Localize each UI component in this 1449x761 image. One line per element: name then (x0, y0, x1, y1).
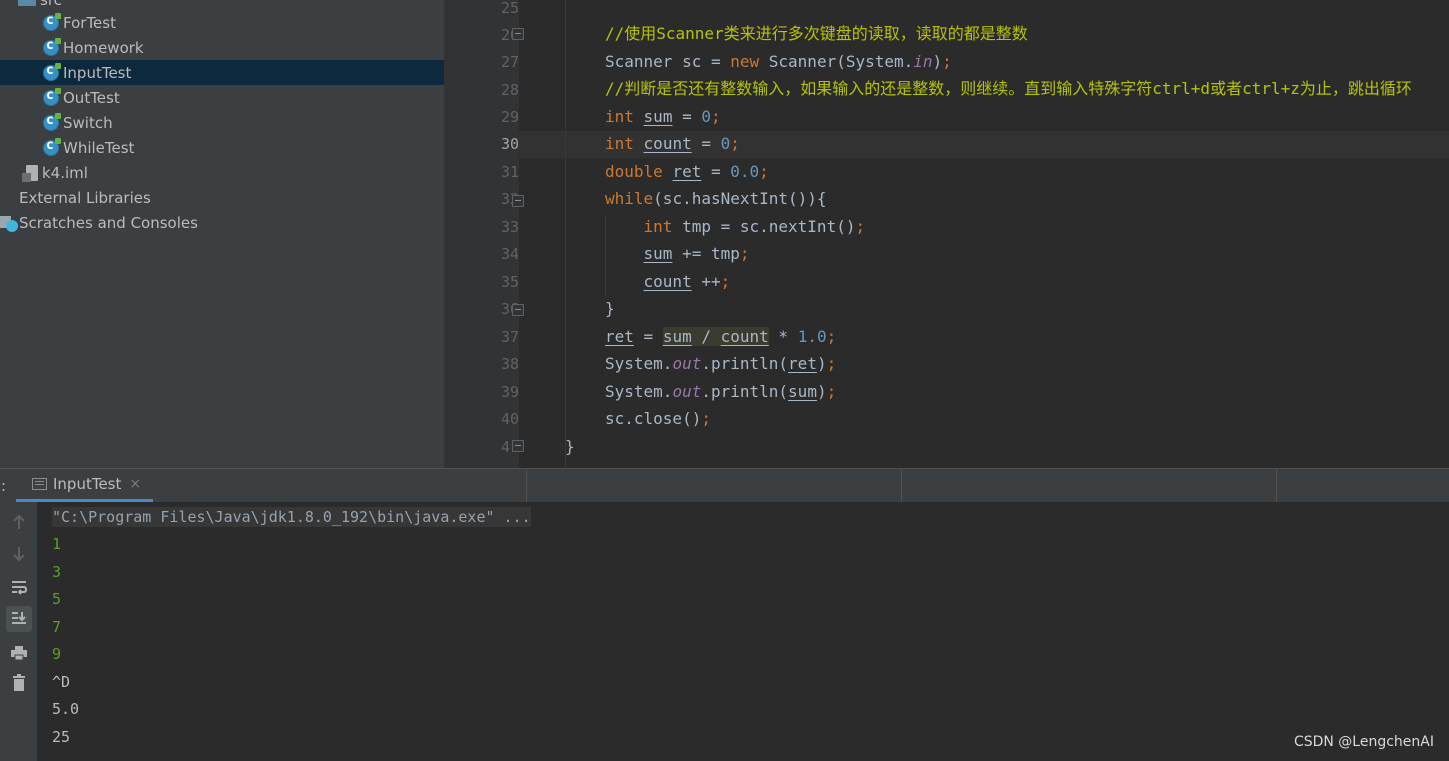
soft-wrap-icon[interactable] (6, 574, 32, 600)
watermark: CSDN @LengchenAI (1293, 734, 1434, 750)
tree-item-label: InputTest (63, 63, 132, 82)
tree-item-label: Switch (63, 113, 113, 132)
code-line: System.out.println(ret); (605, 354, 837, 373)
divider (526, 469, 527, 502)
code-line: } (605, 299, 615, 318)
tree-item-label: Scratches and Consoles (19, 213, 198, 232)
divider (901, 469, 902, 502)
java-class-icon (43, 62, 61, 81)
code-line: int sum = 0; (605, 107, 721, 126)
console-input-line: 3 (52, 563, 62, 581)
line-number: 28 (500, 81, 519, 99)
tree-item-label: External Libraries (19, 188, 151, 207)
tree-item-scratches[interactable]: Scratches and Consoles (0, 210, 444, 235)
console-command-line: "C:\Program Files\Java\jdk1.8.0_192\bin\… (52, 507, 531, 527)
scroll-to-end-icon[interactable] (6, 606, 32, 632)
java-class-icon (43, 137, 61, 156)
tree-item-external-libraries[interactable]: External Libraries (0, 185, 444, 210)
tree-item-whiletest[interactable]: WhileTest (0, 135, 444, 160)
code-editor[interactable]: 25 26 27 28 29 30 31 32 33 34 35 36 37 3… (444, 0, 1449, 468)
code-line: sc.close(); (605, 409, 711, 428)
java-class-icon (43, 87, 61, 106)
console-input-line: 5 (52, 590, 62, 608)
code-line: int tmp = sc.nextInt(); (643, 217, 866, 236)
line-number: 38 (500, 355, 519, 373)
line-number-gutter: 25 26 27 28 29 30 31 32 33 34 35 36 37 3… (444, 0, 524, 468)
fold-marker-icon[interactable] (512, 304, 524, 316)
project-tree: src ForTest Homework InputTest OutTest S… (0, 0, 444, 468)
console-output-line: 25 (52, 728, 71, 746)
code-line: count ++; (643, 272, 731, 291)
line-number: 31 (500, 163, 519, 181)
line-number: 39 (500, 383, 519, 401)
tree-item-switch[interactable]: Switch (0, 110, 444, 135)
tree-item-label: Homework (63, 38, 144, 57)
line-number: 40 (500, 410, 519, 428)
line-number: 29 (500, 108, 519, 126)
tree-item-label: src (40, 0, 62, 9)
trash-icon[interactable] (6, 670, 32, 696)
run-label: : (1, 477, 7, 495)
console-input-line: 7 (52, 618, 62, 636)
close-icon[interactable]: × (129, 476, 141, 492)
line-number: 37 (500, 328, 519, 346)
fold-marker-icon[interactable] (512, 440, 524, 452)
code-line: //判断是否还有整数输入，如果输入的还是整数，则继续。直到输入特殊字符ctrl+… (605, 79, 1412, 99)
libraries-icon (2, 190, 18, 206)
run-tool-window-header: : InputTest × (0, 468, 1449, 502)
code-line: Scanner sc = new Scanner(System.in); (605, 52, 952, 71)
tree-item-label: OutTest (63, 88, 120, 107)
scratches-icon (0, 214, 18, 232)
code-comment: //判断是否还有整数输入，如果输入的还是整数，则继续。直到输入特殊字符ctrl+… (605, 79, 1412, 98)
fold-marker-icon[interactable] (512, 28, 524, 40)
divider (1276, 469, 1277, 502)
console-output-line: ^D (52, 673, 71, 691)
tree-item-k4-iml[interactable]: k4.iml (0, 160, 444, 185)
line-number: 34 (500, 245, 519, 263)
line-number: 33 (500, 218, 519, 236)
up-arrow-icon[interactable] (6, 509, 32, 535)
console-output-line: 5.0 (52, 700, 80, 718)
code-line: } (565, 437, 575, 456)
code-line: while(sc.hasNextInt()){ (605, 189, 827, 208)
console-icon (32, 478, 47, 490)
java-class-icon (43, 37, 61, 56)
code-line: sum += tmp; (643, 244, 750, 263)
console-output[interactable]: "C:\Program Files\Java\jdk1.8.0_192\bin\… (37, 502, 1449, 761)
tree-item-outtest[interactable]: OutTest (0, 85, 444, 110)
tree-item-homework[interactable]: Homework (0, 35, 444, 60)
tree-item-label: WhileTest (63, 138, 135, 157)
print-icon[interactable] (6, 640, 32, 666)
java-class-icon (43, 112, 61, 131)
line-number-current: 30 (500, 135, 519, 153)
line-number: 35 (500, 273, 519, 291)
console-toolbar (0, 502, 37, 761)
module-file-icon (22, 164, 38, 182)
code-line: //使用Scanner类来进行多次键盘的读取，读取的都是整数 (605, 24, 1028, 44)
line-number: 25 (500, 0, 519, 17)
code-line: ret = sum / count * 1.0; (605, 327, 837, 346)
code-line: int count = 0; (605, 134, 740, 153)
fold-marker-icon[interactable] (512, 195, 524, 207)
console-input-line: 9 (52, 645, 62, 663)
tab-label: InputTest (53, 475, 122, 493)
code-line: double ret = 0.0; (605, 162, 769, 181)
code-comment: //使用Scanner类来进行多次键盘的读取，读取的都是整数 (605, 24, 1028, 43)
tree-item-label: ForTest (63, 13, 116, 32)
indent-guide (565, 0, 566, 468)
tree-item-label: k4.iml (42, 163, 88, 182)
tree-item-fortest[interactable]: ForTest (0, 10, 444, 35)
down-arrow-icon[interactable] (6, 541, 32, 567)
folder-icon (18, 0, 36, 6)
tree-item-inputtest[interactable]: InputTest (0, 60, 444, 85)
java-class-icon (43, 12, 61, 31)
tab-inputtest[interactable]: InputTest × (16, 469, 153, 502)
line-number: 27 (500, 53, 519, 71)
console-input-line: 1 (52, 535, 62, 553)
code-line: System.out.println(sum); (605, 382, 837, 401)
